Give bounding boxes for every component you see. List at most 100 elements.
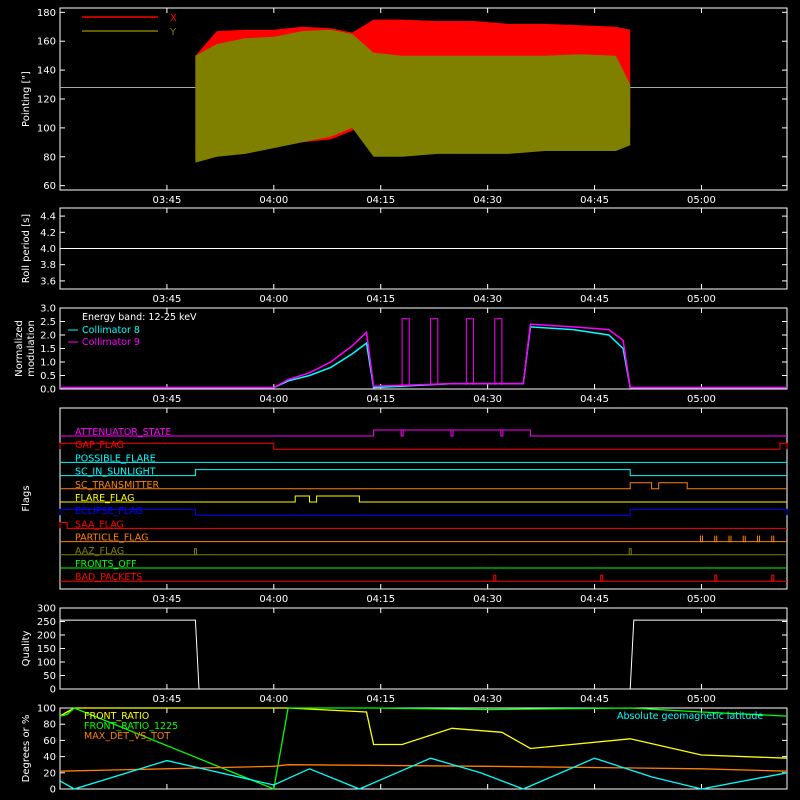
- flag-aaz-flag-pulse-1: [628, 548, 632, 555]
- flags-panel-xtick-label-3: 04:30: [473, 594, 502, 605]
- roll-ylabel: Roll period [s]: [21, 214, 32, 283]
- pointing-panel-xtick-label-0: 03:45: [152, 195, 181, 206]
- ratios-annotation: Absolute geomagnetic latitude: [617, 711, 763, 722]
- flag-eclipse-flag-trace: [59, 508, 788, 516]
- modulation-panel-xtick-label-5: 05:00: [687, 394, 716, 405]
- quality-ytick-label-4: 200: [37, 631, 56, 642]
- flags-panel-xtick-label-2: 04:15: [366, 594, 395, 605]
- flags-panel-xtick-label-4: 04:45: [580, 594, 609, 605]
- quality-line: [60, 619, 787, 690]
- modulation-panel-xtick-label-2: 04:15: [366, 394, 395, 405]
- flags-panel-xtick-label-5: 05:00: [687, 594, 716, 605]
- pointing-ytick-label-4: 140: [37, 66, 56, 77]
- modulation-ytick-label-4: 2.0: [40, 331, 56, 342]
- roll-panel-xtick-label-5: 05:00: [687, 294, 716, 305]
- flag-fronts-off-label: FRONTS_OFF: [75, 559, 137, 570]
- flag-attenuator-state-pulse-0: [400, 430, 404, 437]
- modulation-ytick-label-5: 2.5: [40, 317, 56, 328]
- pointing-ytick-label-1: 80: [43, 152, 56, 163]
- flag-particle-flag-pulse-5: [771, 535, 775, 543]
- pointing-ytick-label-3: 120: [37, 95, 56, 106]
- pointing-ytick-label-2: 100: [37, 123, 56, 134]
- modulation-line-collimator-8: [60, 326, 787, 389]
- roll-ytick-label-1: 3.8: [40, 260, 56, 271]
- flag-particle-flag-pulse-3: [742, 535, 746, 543]
- pointing-ylabel: Pointing ["]: [21, 71, 32, 127]
- flag-possible-flare-label: POSSIBLE_FLARE: [75, 453, 156, 464]
- roll-panel-xtick-label-3: 04:30: [473, 294, 502, 305]
- quality-panel-xtick-label-3: 04:30: [473, 694, 502, 705]
- flag-aaz-flag-label: AAZ_FLAG: [75, 546, 124, 557]
- quality-ytick-label-6: 300: [37, 604, 56, 615]
- flag-particle-flag-pulse-0: [699, 535, 703, 543]
- modulation-pulse-1: [430, 318, 439, 385]
- ratios-line-max-det-vs-tot: [59, 764, 788, 772]
- pointing-panel-xtick-label-4: 04:45: [580, 195, 609, 206]
- modulation-panel-xtick-label-0: 03:45: [152, 394, 181, 405]
- quality-panel-xtick-label-0: 03:45: [152, 694, 181, 705]
- roll-panel-xtick-label-4: 04:45: [580, 294, 609, 305]
- flag-saa-flag-trace: [59, 521, 787, 529]
- flag-particle-flag-pulse-4: [756, 535, 760, 543]
- flag-sc-in-sunlight-trace: [60, 469, 787, 477]
- pointing-panel-xtick-label-5: 05:00: [687, 195, 716, 206]
- pointing-ytick-label-0: 60: [43, 181, 56, 192]
- flag-particle-flag-pulse-1: [714, 535, 718, 543]
- pointing-ytick-label-6: 180: [37, 8, 56, 19]
- roll-panel-xtick-label-2: 04:15: [366, 294, 395, 305]
- modulation-pulse-3: [494, 318, 503, 385]
- flag-particle-flag-pulse-2: [728, 535, 732, 543]
- flag-saa-flag-label: SAA_FLAG: [75, 519, 124, 530]
- modulation-panel-xtick-label-1: 04:00: [259, 394, 288, 405]
- roll-panel-xtick-label-1: 04:00: [259, 294, 288, 305]
- pointing-ytick-label-5: 160: [37, 37, 56, 48]
- flag-sc-in-sunlight-label: SC_IN_SUNLIGHT: [75, 467, 156, 478]
- ratios-ytick-label-5: 100: [37, 704, 56, 715]
- flag-gap-flag-trace: [59, 442, 788, 450]
- modulation-legend-title: Energy band: 12-25 keV: [82, 312, 197, 323]
- flag-attenuator-state-pulse-2: [500, 430, 504, 437]
- modulation-line-collimator-9: [60, 323, 787, 389]
- flag-aaz-flag-pulse-0: [193, 548, 197, 555]
- quality-panel-xtick-label-1: 04:00: [259, 694, 288, 705]
- ratios-ytick-label-2: 40: [43, 752, 56, 763]
- flag-particle-flag-label: PARTICLE_FLAG: [75, 533, 148, 544]
- flags-panel-xtick-label-1: 04:00: [259, 594, 288, 605]
- quality-ylabel: Quality: [21, 631, 32, 667]
- modulation-panel-xtick-label-3: 04:30: [473, 394, 502, 405]
- pointing-legend-label-x: X: [170, 13, 177, 24]
- modulation-legend-label-1: Collimator 9: [82, 337, 140, 348]
- flag-attenuator-state-label: ATTENUATOR_STATE: [75, 427, 171, 438]
- quality-ytick-label-2: 100: [37, 658, 56, 669]
- flag-bad-packets-pulse-3: [771, 574, 775, 582]
- modulation-ytick-label-3: 1.5: [40, 344, 56, 355]
- ratios-ytick-label-1: 20: [43, 768, 56, 779]
- modulation-ytick-label-6: 3.0: [40, 304, 56, 315]
- modulation-ytick-label-0: 0.0: [40, 385, 56, 396]
- ratios-ytick-label-0: 0: [50, 785, 56, 796]
- modulation-legend-label-0: Collimator 8: [82, 325, 140, 336]
- flag-sc-transmitter-trace: [60, 482, 787, 490]
- modulation-ytick-label-1: 0.5: [40, 371, 56, 382]
- pointing-legend-label-y: Y: [169, 27, 177, 38]
- flag-bad-packets-pulse-1: [600, 574, 604, 582]
- flag-bad-packets-pulse-2: [714, 574, 718, 582]
- quality-ytick-label-5: 250: [37, 617, 56, 628]
- roll-panel-xtick-label-0: 03:45: [152, 294, 181, 305]
- roll-ytick-label-4: 4.4: [40, 212, 56, 223]
- pointing-panel-xtick-label-2: 04:15: [366, 195, 395, 206]
- ratios-ytick-label-3: 60: [43, 736, 56, 747]
- observation-summary-figure: 03:45 04:00 04:15 04:30 04:45 05:00 60 80 100 120…: [14, 7, 788, 796]
- flag-flare-flag-trace: [60, 495, 787, 503]
- flag-eclipse-flag-label: ECLIPSE_FLAG: [75, 506, 143, 517]
- quality-ytick-label-3: 150: [37, 644, 56, 655]
- flags-ylabel: Flags: [21, 485, 32, 511]
- flag-bad-packets-pulse-0: [493, 574, 497, 582]
- ratios-ytick-label-4: 80: [43, 720, 56, 731]
- ratios-legend-2: MAX_DET_VS_TOT: [84, 731, 170, 742]
- modulation-pulse-0: [401, 318, 410, 385]
- flag-attenuator-state-pulse-1: [450, 430, 454, 437]
- modulation-ylabel-line2: modulation: [26, 320, 37, 377]
- ratios-ylabel: Degrees or %: [21, 715, 32, 783]
- quality-ytick-label-0: 0: [50, 685, 56, 696]
